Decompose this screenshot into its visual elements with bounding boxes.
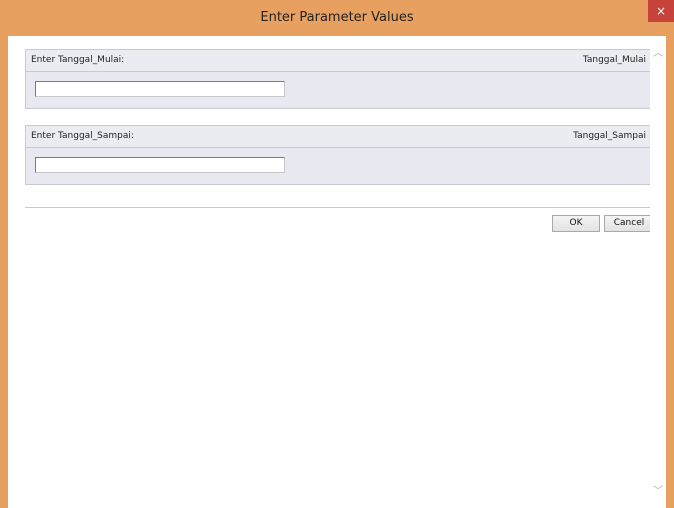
parameter-panel-tanggal-mulai: Enter Tanggal_Mulai: Tanggal_Mulai: [25, 49, 653, 109]
scroll-down-icon[interactable]: ﹀: [650, 484, 666, 500]
tanggal-sampai-input[interactable]: [35, 157, 285, 173]
close-icon: ×: [655, 4, 667, 18]
tanggal-mulai-input[interactable]: [35, 81, 285, 97]
ok-button[interactable]: OK: [552, 215, 600, 232]
parameter-header: Enter Tanggal_Mulai: Tanggal_Mulai: [26, 50, 652, 72]
button-divider: [25, 207, 653, 208]
dialog-title: Enter Parameter Values: [260, 10, 414, 25]
parameter-header: Enter Tanggal_Sampai: Tanggal_Sampai: [26, 126, 652, 148]
close-button[interactable]: ×: [648, 0, 674, 22]
parameter-name-label: Tanggal_Mulai: [582, 55, 646, 65]
parameter-name-label: Tanggal_Sampai: [573, 131, 646, 141]
cancel-button[interactable]: Cancel: [604, 215, 654, 232]
scroll-up-icon[interactable]: ︿: [650, 46, 666, 62]
parameter-panel-tanggal-sampai: Enter Tanggal_Sampai: Tanggal_Sampai: [25, 125, 653, 185]
vertical-scrollbar[interactable]: ︿ ﹀: [650, 36, 666, 508]
title-bar[interactable]: Enter Parameter Values ×: [0, 0, 674, 36]
dialog-content: Enter Tanggal_Mulai: Tanggal_Mulai Enter…: [8, 36, 666, 508]
parameter-prompt-label: Enter Tanggal_Mulai:: [31, 55, 125, 65]
dialog-window: Enter Parameter Values × Enter Tanggal_M…: [0, 0, 674, 508]
parameter-prompt-label: Enter Tanggal_Sampai:: [31, 131, 134, 141]
